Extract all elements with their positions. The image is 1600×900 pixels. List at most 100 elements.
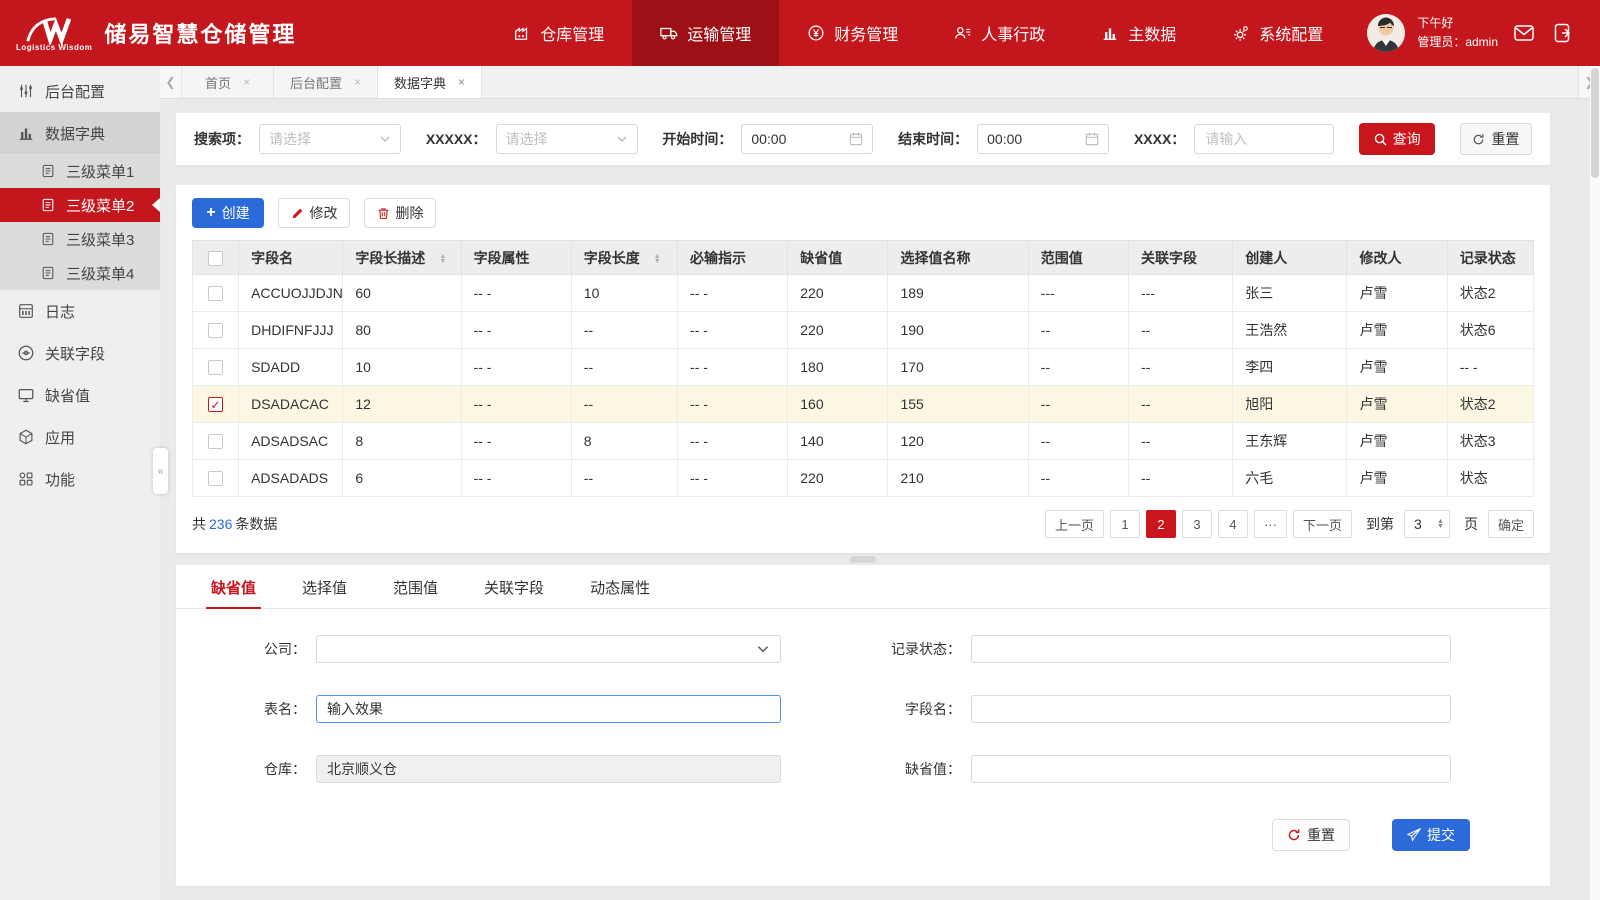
query-button[interactable]: 查询 <box>1359 123 1435 155</box>
end-time-input[interactable]: 00:00 <box>977 124 1109 154</box>
avatar[interactable] <box>1367 14 1405 52</box>
prev-page-button[interactable]: 上一页 <box>1045 510 1104 538</box>
page-button-3[interactable]: 3 <box>1182 510 1212 538</box>
page-button-1[interactable]: 1 <box>1110 510 1140 538</box>
tab-backend-config[interactable]: 后台配置× <box>274 66 378 98</box>
sidebar-item-label: 数据字典 <box>45 123 105 144</box>
detail-tab-dynamic-attr[interactable]: 动态属性 <box>567 565 673 608</box>
sidebar-item-applications[interactable]: 应用 <box>0 416 160 458</box>
reset-button[interactable]: 重置 <box>1460 123 1532 155</box>
table-row[interactable]: DHDIFNFJJJ80-- ----- -220190----王浩然卢雪状态6 <box>193 312 1534 349</box>
record-status-input[interactable] <box>971 635 1451 663</box>
row-checkbox[interactable] <box>208 286 223 301</box>
table-row[interactable]: ADSADADS6-- ----- -220210----六毛卢雪状态 <box>193 460 1534 497</box>
table-cell: 80 <box>343 312 461 349</box>
column-header: 字段名 <box>239 241 343 275</box>
table-cell: 10 <box>343 349 461 386</box>
column-header[interactable]: 字段长描述▲▼ <box>343 241 461 275</box>
xxxx-input[interactable] <box>1194 124 1334 154</box>
filter-xxxx: XXXX： <box>1134 124 1334 154</box>
table-cell: DSADACAC <box>239 386 343 423</box>
detail-tab-range-value[interactable]: 范围值 <box>370 565 461 608</box>
edit-button[interactable]: 修改 <box>278 198 350 228</box>
column-header[interactable]: 字段长度▲▼ <box>571 241 677 275</box>
form-reset-button[interactable]: 重置 <box>1272 819 1350 851</box>
page-jump-input[interactable]: 3 ▲▼ <box>1404 510 1450 538</box>
tab-home[interactable]: 首页× <box>182 66 274 98</box>
tab-data-dictionary[interactable]: 数据字典× <box>378 66 482 98</box>
row-checkbox[interactable] <box>208 360 223 375</box>
nav-item-warehouse-management[interactable]: 仓库管理 <box>485 0 632 66</box>
finance-icon <box>807 24 825 42</box>
sidebar-item-level3-menu-3[interactable]: 三级菜单3 <box>0 222 160 256</box>
sidebar-item-default-values[interactable]: 缺省值 <box>0 374 160 416</box>
detail-tab-related-field[interactable]: 关联字段 <box>461 565 567 608</box>
detail-tab-default-value[interactable]: 缺省值 <box>188 565 279 608</box>
search-item-select[interactable]: 请选择 <box>259 124 401 154</box>
sidebar-item-backend-config[interactable]: 后台配置 <box>0 70 160 112</box>
xxxxx-select[interactable]: 请选择 <box>496 124 638 154</box>
close-icon[interactable]: × <box>243 75 250 89</box>
tab-scroll-left-icon[interactable]: ❮ <box>160 66 182 98</box>
sort-icon[interactable]: ▲▼ <box>439 254 446 264</box>
sidebar-item-logs[interactable]: 日志 <box>0 290 160 332</box>
field-name-input[interactable] <box>971 695 1451 723</box>
table-row[interactable]: ✓DSADACAC12-- ----- -160155----旭阳卢雪状态2 <box>193 386 1534 423</box>
table-cell: 张三 <box>1233 275 1347 312</box>
sidebar-item-level3-menu-1[interactable]: 三级菜单1 <box>0 154 160 188</box>
user-area: 下午好 管理员：admin <box>1351 0 1600 66</box>
table-cell: 120 <box>888 423 1028 460</box>
form-submit-button[interactable]: 提交 <box>1392 819 1470 851</box>
row-checkbox[interactable] <box>208 471 223 486</box>
row-checkbox[interactable] <box>208 434 223 449</box>
nav-item-system-config[interactable]: 系统配置 <box>1204 0 1351 66</box>
row-checkbox[interactable] <box>208 323 223 338</box>
vertical-scrollbar[interactable] <box>1590 66 1600 900</box>
header-checkbox[interactable] <box>208 251 223 266</box>
tab-bar: ❮ 首页×后台配置×数据字典× ❯ <box>160 66 1600 99</box>
sidebar-item-functions[interactable]: 功能 <box>0 458 160 500</box>
table-name-input[interactable] <box>316 695 781 723</box>
nav-item-hr-admin[interactable]: 人事行政 <box>926 0 1073 66</box>
mail-icon[interactable] <box>1510 19 1538 47</box>
page-button-2[interactable]: 2 <box>1146 510 1176 538</box>
jump-confirm-button[interactable]: 确定 <box>1488 510 1534 538</box>
table-cell: -- - <box>678 349 788 386</box>
truck-icon <box>660 24 678 42</box>
start-time-input[interactable]: 00:00 <box>741 124 873 154</box>
default-value-input[interactable] <box>971 755 1451 783</box>
sidebar-item-data-dictionary[interactable]: 数据字典 <box>0 112 160 154</box>
field-name-label: 字段名： <box>781 699 971 719</box>
next-page-button[interactable]: 下一页 <box>1293 510 1352 538</box>
row-checkbox[interactable]: ✓ <box>208 397 223 412</box>
column-header: 范围值 <box>1028 241 1128 275</box>
logout-icon[interactable] <box>1550 19 1578 47</box>
close-icon[interactable]: × <box>354 75 361 89</box>
sort-icon[interactable]: ▲▼ <box>654 254 661 264</box>
sidebar-item-related-fields[interactable]: 关联字段 <box>0 332 160 374</box>
stepper-icon[interactable]: ▲▼ <box>1437 519 1444 529</box>
splitter-handle[interactable] <box>850 556 876 563</box>
nav-item-finance-management[interactable]: 财务管理 <box>779 0 926 66</box>
close-icon[interactable]: × <box>458 75 465 89</box>
nav-item-master-data[interactable]: 主数据 <box>1073 0 1204 66</box>
page-button-4[interactable]: 4 <box>1218 510 1248 538</box>
page-button-···[interactable]: ··· <box>1254 510 1287 538</box>
company-select[interactable] <box>316 635 781 663</box>
table-cell: -- <box>1129 312 1233 349</box>
select-placeholder: 请选择 <box>269 129 311 149</box>
table-row[interactable]: SDADD10-- ----- -180170----李四卢雪-- - <box>193 349 1534 386</box>
table-cell: 140 <box>788 423 888 460</box>
delete-button[interactable]: 删除 <box>364 198 436 228</box>
sidebar-collapse-handle[interactable]: « <box>153 448 168 494</box>
table-row[interactable]: ACCUOJJDJN60-- -10-- -220189------张三卢雪状态… <box>193 275 1534 312</box>
column-header: 字段属性 <box>461 241 571 275</box>
detail-tab-select-value[interactable]: 选择值 <box>279 565 370 608</box>
sidebar-item-level3-menu-2[interactable]: 三级菜单2 <box>0 188 160 222</box>
create-button[interactable]: + 创建 <box>192 198 264 228</box>
sidebar-item-level3-menu-4[interactable]: 三级菜单4 <box>0 256 160 290</box>
table-cell: 卢雪 <box>1347 386 1447 423</box>
table-cell: ACCUOJJDJN <box>239 275 343 312</box>
table-row[interactable]: ADSADSAC8-- -8-- -140120----王东辉卢雪状态3 <box>193 423 1534 460</box>
nav-item-transport-management[interactable]: 运输管理 <box>632 0 779 66</box>
